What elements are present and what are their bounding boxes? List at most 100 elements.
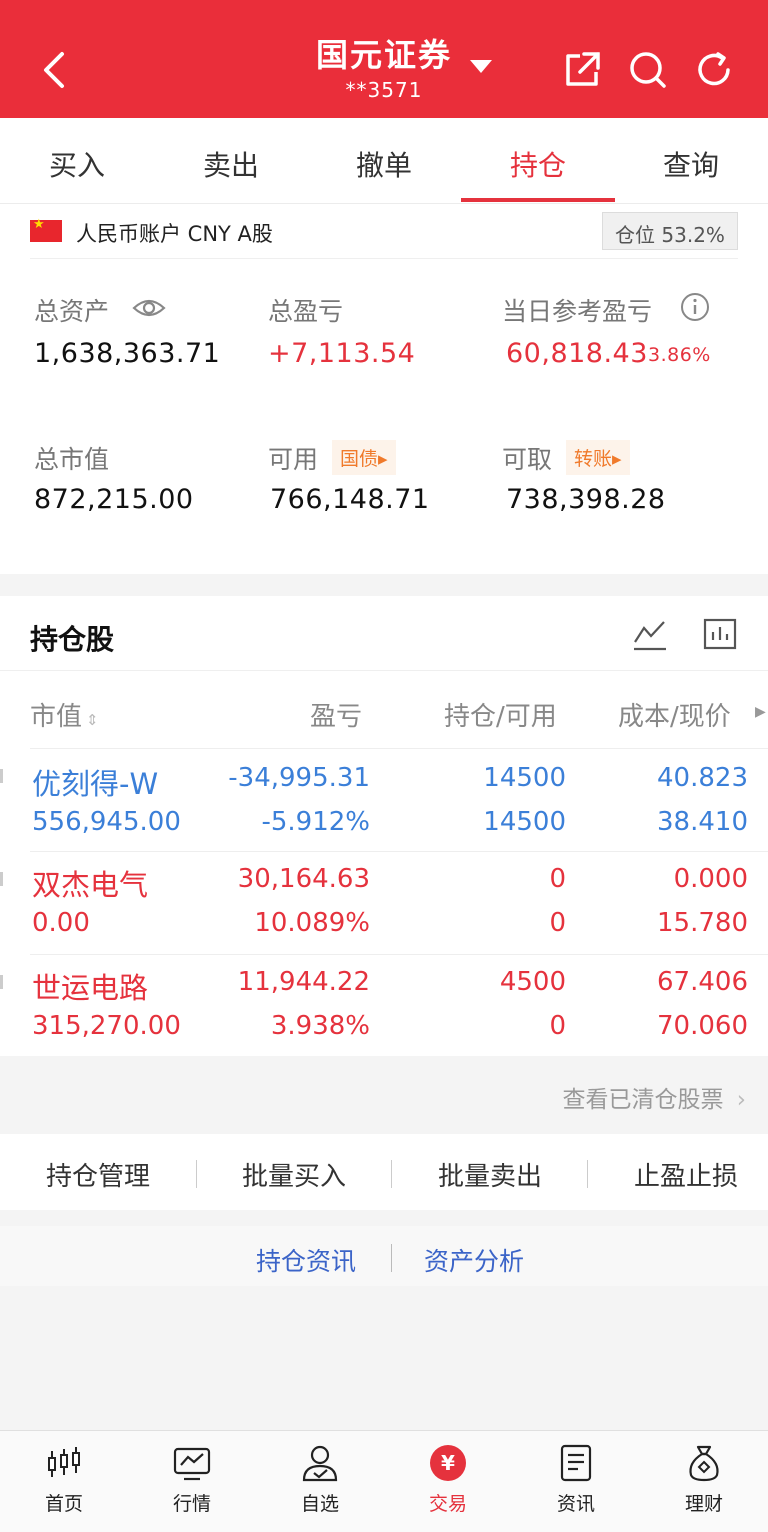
- dropdown-caret-icon[interactable]: [470, 60, 492, 73]
- stock-pnl: 11,944.22: [237, 967, 370, 997]
- divider: [391, 1244, 392, 1272]
- nav-news-label: 资讯: [556, 1493, 595, 1515]
- stock-name: 世运电路: [32, 971, 149, 1005]
- column-market-value-label: 市值: [30, 702, 83, 732]
- nav-wealth[interactable]: 理财: [640, 1443, 768, 1516]
- total-assets-label: 总资产: [34, 297, 110, 326]
- candlestick-icon: [48, 1447, 80, 1477]
- china-flag-icon: ★: [30, 217, 62, 242]
- row-edge-mark: [0, 975, 3, 989]
- nav-trade-label: 交易: [428, 1493, 467, 1515]
- divider: [0, 670, 768, 671]
- batch-buy-button[interactable]: 批量买入: [204, 1156, 384, 1193]
- account-summary: ★ 人民币账户 CNY A股 仓位 53.2% 总资产 1,638,363.71…: [0, 204, 768, 574]
- treasury-bond-tag[interactable]: 国债▸: [332, 440, 396, 475]
- total-pnl-label: 总盈亏: [268, 297, 344, 326]
- table-row[interactable]: 优刻得-W 556,945.00 -34,995.31 -5.912% 1450…: [0, 749, 768, 851]
- nav-watchlist[interactable]: 自选: [256, 1443, 384, 1516]
- account-type-label: 人民币账户 CNY A股: [76, 222, 273, 246]
- holdings-news-link[interactable]: 持仓资讯: [256, 1242, 356, 1278]
- sort-icon[interactable]: ⇕: [86, 711, 99, 729]
- bar-chart-icon[interactable]: [702, 616, 738, 652]
- tab-query[interactable]: 查询: [631, 144, 751, 184]
- column-pnl: 盈亏: [310, 702, 363, 732]
- table-row[interactable]: 世运电路 315,270.00 11,944.22 3.938% 4500 0 …: [0, 955, 768, 1056]
- stock-market-value: 556,945.00: [32, 807, 181, 837]
- market-value-label: 总市值: [34, 445, 110, 474]
- table-row[interactable]: 双杰电气 0.00 30,164.63 10.089% 0 0 0.000 15…: [0, 852, 768, 954]
- view-cleared-stocks-link[interactable]: 查看已清仓股票 ›: [562, 1080, 746, 1114]
- bottom-navigation: 首页 行情 自选 ¥ 交易 资讯 理财: [0, 1430, 768, 1532]
- document-icon: [560, 1444, 592, 1482]
- search-icon[interactable]: [626, 48, 670, 92]
- holdings-actions: 持仓管理 批量买入 批量卖出 止盈止损: [0, 1134, 768, 1210]
- withdrawable-label: 可取: [502, 445, 553, 474]
- eye-icon[interactable]: [132, 296, 166, 320]
- column-market-value[interactable]: 市值 ⇕: [30, 696, 99, 733]
- stock-name: 优刻得-W: [32, 767, 159, 801]
- tab-cancel[interactable]: 撤单: [324, 144, 444, 184]
- divider: [391, 1160, 392, 1188]
- row-edge-mark: [0, 872, 3, 886]
- holdings-title: 持仓股: [30, 623, 115, 656]
- scroll-right-icon[interactable]: ▶: [755, 704, 766, 720]
- stock-price: 70.060: [657, 1011, 748, 1041]
- refresh-icon[interactable]: [692, 48, 736, 92]
- stock-available: 0: [549, 908, 566, 938]
- daily-pnl-label: 当日参考盈亏: [502, 297, 653, 326]
- nav-home[interactable]: 首页: [0, 1443, 128, 1516]
- stock-price: 38.410: [657, 807, 748, 837]
- stock-pnl-percent: -5.912%: [261, 807, 370, 837]
- batch-sell-button[interactable]: 批量卖出: [400, 1156, 580, 1193]
- available-label: 可用: [268, 445, 319, 474]
- row-edge-mark: [0, 769, 3, 783]
- stock-pnl: 30,164.63: [237, 864, 370, 894]
- nav-news[interactable]: 资讯: [512, 1443, 640, 1516]
- position-management-button[interactable]: 持仓管理: [8, 1156, 188, 1193]
- nav-trade[interactable]: ¥ 交易: [384, 1443, 512, 1516]
- active-tab-indicator: [461, 198, 615, 202]
- money-bag-icon: [689, 1445, 719, 1482]
- chart-monitor-icon: [173, 1447, 211, 1481]
- stock-cost: 67.406: [657, 967, 748, 997]
- withdrawable-value: 738,398.28: [506, 484, 666, 515]
- app-header: 国元证券 **3571: [0, 0, 768, 118]
- nav-home-label: 首页: [44, 1493, 83, 1515]
- divider: [30, 258, 738, 259]
- person-check-icon: [302, 1445, 338, 1482]
- daily-pnl-percent: 3.86%: [648, 344, 711, 366]
- stock-position: 14500: [483, 763, 566, 793]
- divider: [587, 1160, 588, 1188]
- daily-pnl-value: 60,818.43: [506, 338, 648, 369]
- nav-market[interactable]: 行情: [128, 1443, 256, 1516]
- column-position: 持仓/可用: [444, 702, 557, 732]
- holdings-panel: 持仓股 市值 ⇕ 盈亏 持仓/可用 成本/现价 ▶ 优刻得-W 556,945.0…: [0, 596, 768, 1056]
- take-profit-stop-loss-button[interactable]: 止盈止损: [596, 1156, 768, 1193]
- column-cost-price: 成本/现价: [618, 702, 731, 732]
- total-assets-value: 1,638,363.71: [34, 338, 221, 369]
- view-cleared-label: 查看已清仓股票: [562, 1087, 724, 1113]
- stock-pnl-percent: 3.938%: [270, 1011, 370, 1041]
- chevron-right-icon: ›: [736, 1087, 746, 1113]
- stock-cost: 0.000: [673, 864, 748, 894]
- stock-position: 0: [549, 864, 566, 894]
- total-pnl-value: +7,113.54: [268, 338, 416, 369]
- divider: [196, 1160, 197, 1188]
- tab-holdings[interactable]: 持仓: [478, 144, 598, 184]
- info-icon[interactable]: [680, 292, 710, 322]
- stock-pnl: -34,995.31: [228, 763, 370, 793]
- nav-market-label: 行情: [172, 1493, 211, 1515]
- tab-sell[interactable]: 卖出: [171, 144, 291, 184]
- tab-buy[interactable]: 买入: [17, 144, 137, 184]
- svg-text:¥: ¥: [441, 1451, 455, 1475]
- line-chart-icon[interactable]: [632, 616, 668, 652]
- share-icon[interactable]: [560, 48, 604, 92]
- asset-analysis-link[interactable]: 资产分析: [424, 1242, 524, 1278]
- stock-price: 15.780: [657, 908, 748, 938]
- stock-cost: 40.823: [657, 763, 748, 793]
- nav-wealth-label: 理财: [684, 1493, 723, 1515]
- stock-available: 14500: [483, 807, 566, 837]
- transfer-tag[interactable]: 转账▸: [566, 440, 630, 475]
- position-ratio-badge: 仓位 53.2%: [602, 212, 738, 250]
- stock-pnl-percent: 10.089%: [254, 908, 370, 938]
